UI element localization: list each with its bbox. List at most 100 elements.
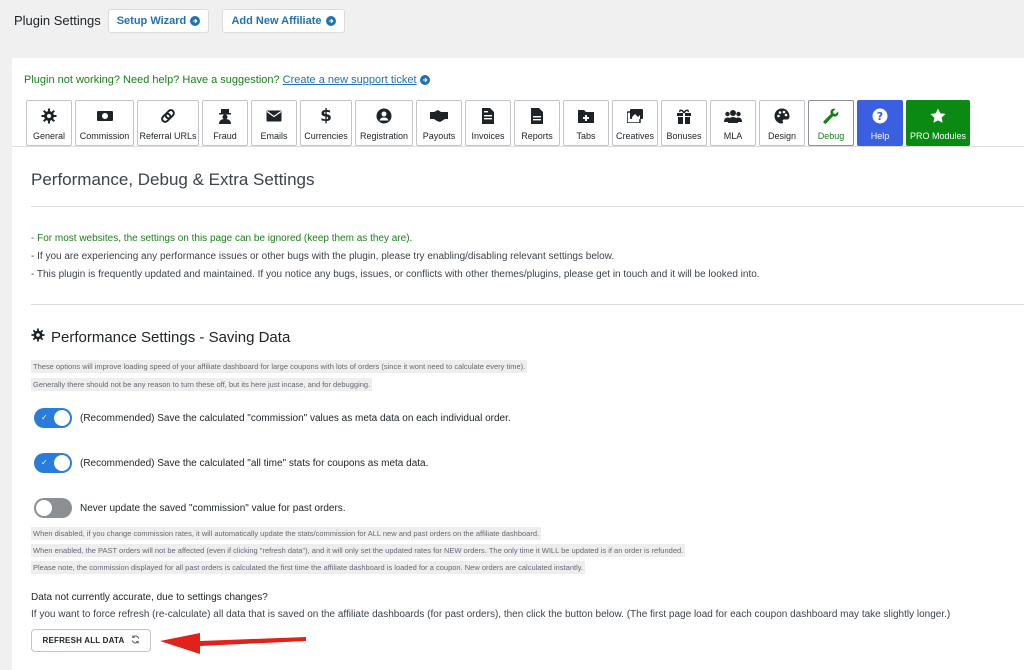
refresh-button-label: REFRESH ALL DATA — [42, 636, 125, 645]
tab-label: Reports — [521, 131, 553, 141]
tab-label: Referral URLs — [139, 131, 197, 141]
refresh-all-data-button[interactable]: REFRESH ALL DATA — [31, 629, 151, 652]
page-title: Plugin Settings — [14, 13, 101, 28]
tab-currencies[interactable]: $ Currencies — [300, 100, 352, 146]
tab-creatives[interactable]: Creatives — [612, 100, 658, 146]
toggle-row-commission-meta: ✓ (Recommended) Save the calculated "com… — [34, 408, 511, 428]
gear-icon — [31, 328, 45, 346]
palette-icon — [774, 107, 790, 125]
toggle-label: (Recommended) Save the calculated "all t… — [80, 457, 429, 469]
tab-tabs[interactable]: Tabs — [563, 100, 609, 146]
add-new-affiliate-label: Add New Affiliate — [231, 15, 322, 27]
toggle-knob — [54, 455, 70, 471]
settings-panel: Plugin not working? Need help? Have a su… — [12, 58, 1024, 670]
note-line: - This plugin is frequently updated and … — [31, 269, 760, 280]
tab-label: Fraud — [213, 131, 237, 141]
arrow-circle-right-icon — [190, 16, 201, 26]
tab-emails[interactable]: Emails — [251, 100, 297, 146]
tab-label: PRO Modules — [909, 131, 967, 141]
divider — [31, 304, 1024, 305]
tab-label: General — [32, 131, 66, 141]
arrow-circle-right-icon — [325, 16, 336, 26]
toggle-row-never-update: Never update the saved "commission" valu… — [34, 498, 346, 518]
tab-commission[interactable]: Commission — [75, 100, 134, 146]
tab-referral-urls[interactable]: Referral URLs — [137, 100, 199, 146]
setup-wizard-label: Setup Wizard — [116, 15, 187, 27]
handshake-icon — [430, 107, 448, 125]
tab-label: Commission — [79, 131, 130, 141]
tab-label: Help — [870, 131, 890, 141]
link-icon — [160, 107, 176, 125]
top-bar: Plugin Settings Setup Wizard Add New Aff… — [0, 0, 1024, 44]
support-ticket-link[interactable]: Create a new support ticket — [283, 74, 417, 86]
toggle-note: When enabled, the PAST orders will not b… — [31, 544, 686, 557]
section-title: Performance, Debug & Extra Settings — [31, 170, 315, 189]
divider — [31, 206, 1024, 207]
toggle-label: (Recommended) Save the calculated "commi… — [80, 412, 511, 424]
toggle-knob — [36, 500, 52, 516]
arrow-circle-right-icon — [419, 75, 430, 85]
check-icon: ✓ — [41, 413, 48, 422]
tab-pro-modules[interactable]: PRO Modules — [906, 100, 970, 146]
commission-meta-toggle[interactable]: ✓ — [34, 408, 72, 428]
toggle-knob — [54, 410, 70, 426]
tab-design[interactable]: Design — [759, 100, 805, 146]
images-icon — [627, 107, 643, 125]
alltime-stats-toggle[interactable]: ✓ — [34, 453, 72, 473]
svg-text:?: ? — [877, 110, 883, 123]
refresh-icon — [131, 635, 140, 646]
tab-bonuses[interactable]: Bonuses — [661, 100, 707, 146]
file-icon — [531, 107, 543, 125]
performance-desc: These options will improve loading speed… — [31, 360, 528, 373]
tab-debug[interactable]: Debug — [808, 100, 854, 146]
tab-general[interactable]: General — [26, 100, 72, 146]
tab-fraud[interactable]: Fraud — [202, 100, 248, 146]
check-icon: ✓ — [41, 458, 48, 467]
users-icon — [724, 107, 742, 125]
performance-desc: Generally there should not be any reason… — [31, 378, 373, 391]
tab-label: Debug — [817, 131, 845, 141]
never-update-toggle[interactable] — [34, 498, 72, 518]
tab-label: Emails — [260, 131, 288, 141]
help-line: Plugin not working? Need help? Have a su… — [24, 74, 430, 86]
tab-reports[interactable]: Reports — [514, 100, 560, 146]
user-secret-icon — [218, 107, 232, 125]
toggle-note: Please note, the commission displayed fo… — [31, 561, 586, 574]
toggle-note: When disabled, if you change commission … — [31, 527, 542, 540]
tab-registration[interactable]: Registration — [355, 100, 413, 146]
add-new-affiliate-button[interactable]: Add New Affiliate — [222, 9, 345, 33]
toggle-row-alltime-meta: ✓ (Recommended) Save the calculated "all… — [34, 453, 428, 473]
help-text: Plugin not working? Need help? Have a su… — [24, 74, 280, 86]
tabs-divider — [12, 146, 1024, 147]
tab-label: Tabs — [576, 131, 596, 141]
performance-title-text: Performance Settings - Saving Data — [51, 328, 291, 346]
star-icon — [930, 107, 946, 125]
tab-payouts[interactable]: Payouts — [416, 100, 462, 146]
wrench-icon — [823, 107, 839, 125]
tab-invoices[interactable]: Invoices — [465, 100, 511, 146]
tab-help[interactable]: ? Help — [857, 100, 903, 146]
note-line: - If you are experiencing any performanc… — [31, 251, 615, 262]
tab-label: Design — [767, 131, 796, 141]
tab-label: Creatives — [615, 131, 654, 141]
folder-plus-icon — [578, 107, 594, 125]
tab-label: Bonuses — [666, 131, 702, 141]
invoice-icon — [482, 107, 494, 125]
tab-label: MLA — [723, 131, 743, 141]
user-circle-icon — [376, 107, 392, 125]
tab-label: Currencies — [304, 131, 348, 141]
setup-wizard-button[interactable]: Setup Wizard — [108, 9, 209, 33]
performance-title: Performance Settings - Saving Data — [31, 328, 290, 346]
tab-label: Invoices — [471, 131, 505, 141]
red-arrow-annotation — [160, 633, 306, 654]
dollar-icon: $ — [320, 106, 332, 126]
gear-icon — [41, 107, 57, 125]
tab-label: Payouts — [422, 131, 456, 141]
settings-tabs: General Commission Referral URLs Fraud E… — [26, 100, 970, 146]
info-notes: - For most websites, the settings on thi… — [31, 230, 760, 284]
tab-mla[interactable]: MLA — [710, 100, 756, 146]
money-icon — [96, 107, 114, 125]
toggle-label: Never update the saved "commission" valu… — [80, 502, 346, 514]
question-circle-icon: ? — [872, 107, 888, 125]
tab-label: Registration — [359, 131, 409, 141]
